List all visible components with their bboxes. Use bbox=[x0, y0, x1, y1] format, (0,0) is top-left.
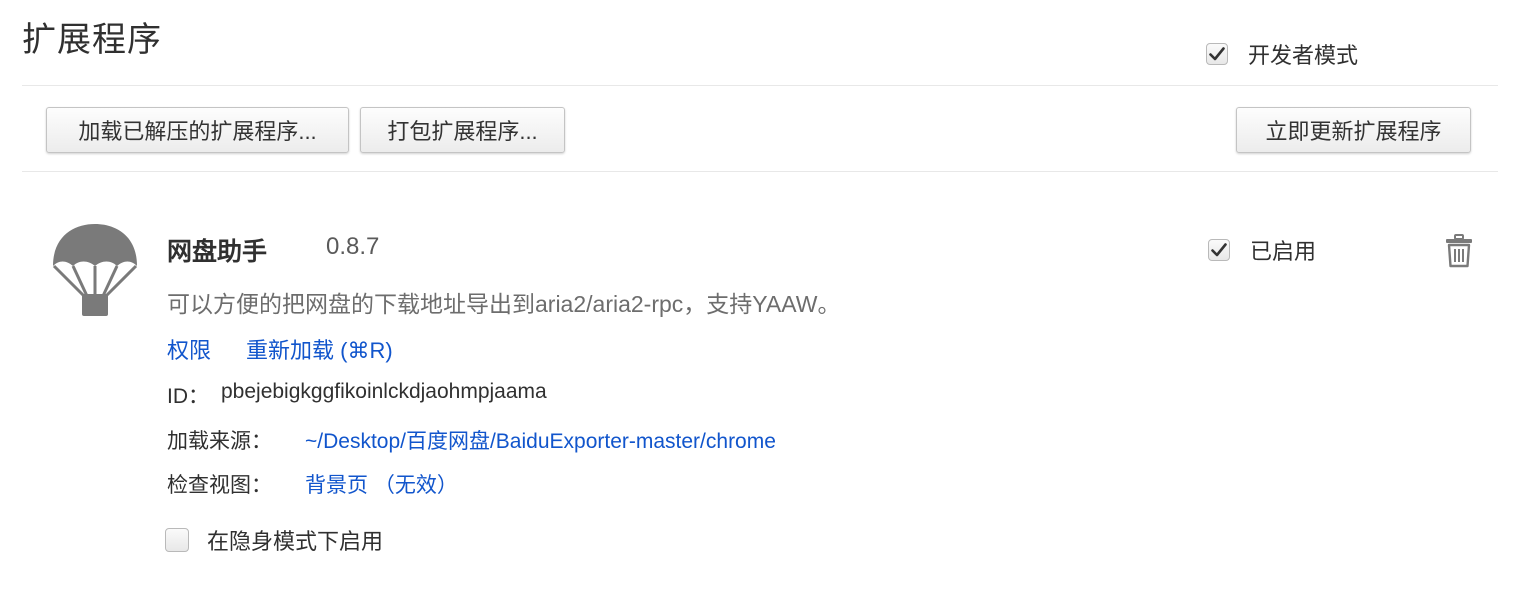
load-unpacked-button[interactable]: 加载已解压的扩展程序... bbox=[46, 107, 349, 153]
developer-mode-checkbox[interactable] bbox=[1206, 43, 1228, 65]
extension-version: 0.8.7 bbox=[326, 233, 380, 260]
enabled-toggle[interactable]: 已启用 bbox=[1208, 236, 1316, 264]
extension-name: 网盘助手 bbox=[167, 238, 268, 266]
incognito-toggle[interactable]: 在隐身模式下启用 bbox=[165, 526, 383, 554]
incognito-checkbox[interactable] bbox=[165, 528, 189, 552]
developer-mode-toggle[interactable]: 开发者模式 bbox=[1206, 40, 1358, 68]
checkmark-icon bbox=[1209, 47, 1225, 61]
load-source-link[interactable]: ~/Desktop/百度网盘/BaiduExporter-master/chro… bbox=[305, 425, 776, 455]
update-now-button[interactable]: 立即更新扩展程序 bbox=[1236, 107, 1471, 153]
incognito-label: 在隐身模式下启用 bbox=[207, 529, 384, 554]
enabled-label: 已启用 bbox=[1250, 239, 1317, 264]
header-divider bbox=[22, 85, 1498, 86]
developer-mode-label: 开发者模式 bbox=[1248, 43, 1359, 68]
page-title: 扩展程序 bbox=[22, 21, 162, 59]
trash-icon[interactable] bbox=[1445, 234, 1473, 268]
checkmark-icon bbox=[1211, 243, 1227, 257]
extension-description: 可以方便的把网盘的下载地址导出到aria2/aria2-rpc，支持YAAW。 bbox=[167, 291, 841, 317]
extension-id-label: ID： bbox=[167, 385, 209, 408]
toolbar-divider bbox=[22, 171, 1498, 172]
permissions-link[interactable]: 权限 bbox=[167, 333, 211, 365]
inspect-views-label: 检查视图： bbox=[167, 474, 272, 497]
extension-id-value: pbejebigkggfikoinlckdjaohmpjaama bbox=[221, 380, 547, 403]
reload-link[interactable]: 重新加载 (⌘R) bbox=[246, 333, 393, 365]
load-source-label: 加载来源： bbox=[167, 430, 272, 453]
background-page-link[interactable]: 背景页 （无效） bbox=[305, 469, 458, 499]
enabled-checkbox[interactable] bbox=[1208, 239, 1230, 261]
parachute-icon bbox=[52, 224, 138, 316]
pack-extension-button[interactable]: 打包扩展程序... bbox=[360, 107, 565, 153]
